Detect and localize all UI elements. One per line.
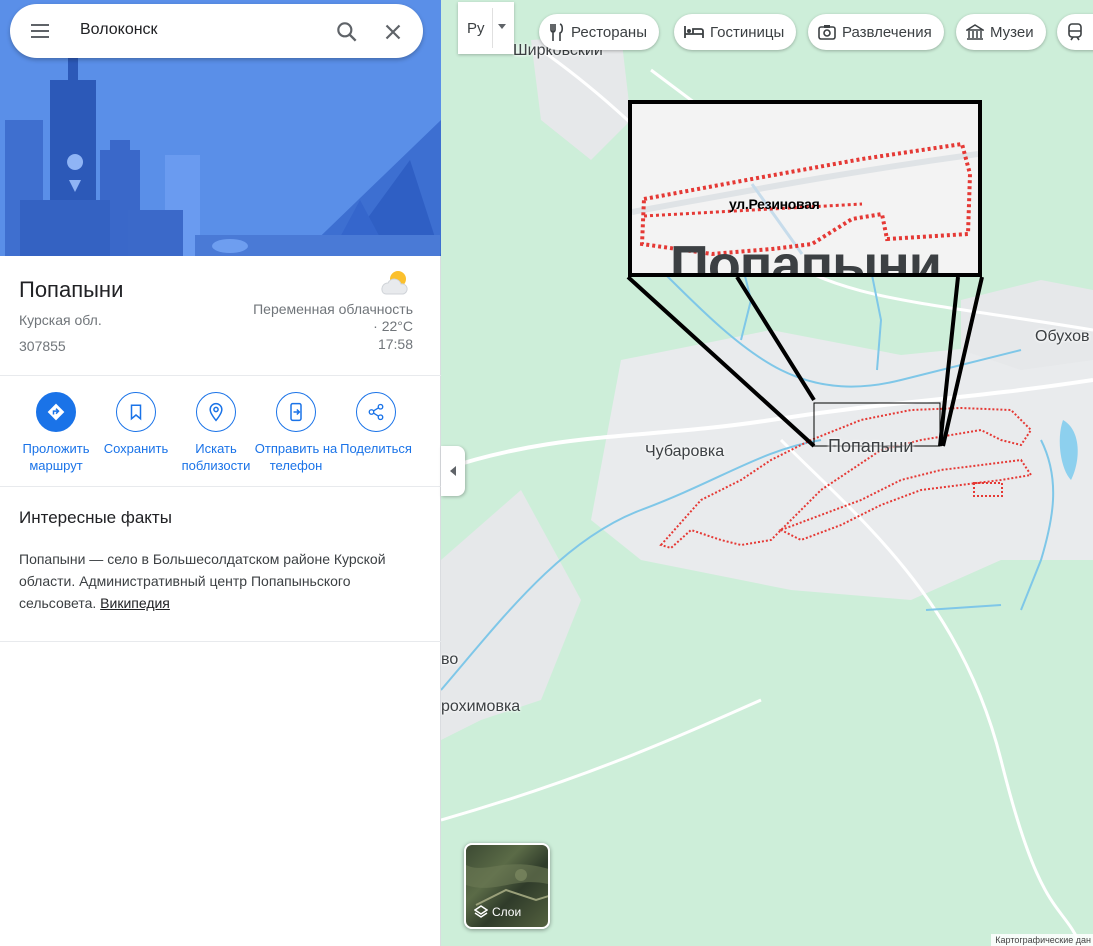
transit-icon: [1068, 23, 1082, 41]
close-icon[interactable]: [380, 19, 406, 45]
camera-icon: [818, 25, 836, 40]
place-panel: Волоконск Попапыни Курская обл. 307855 П…: [0, 0, 441, 946]
map-attribution: Картографические дан: [991, 934, 1093, 946]
search-icon[interactable]: [334, 19, 360, 45]
search-nearby-label: Искать поблизости: [181, 441, 251, 473]
chip-restaurants[interactable]: Рестораны: [539, 14, 659, 50]
chevron-left-icon: [450, 466, 456, 476]
facts-title: Интересные факты: [19, 508, 172, 527]
wikipedia-link[interactable]: Википедия: [100, 595, 170, 611]
chip-label: Музеи: [990, 23, 1034, 41]
layers-text: Слои: [492, 905, 522, 919]
zoom-inset: ул.Резиновая Попапыни: [628, 100, 982, 277]
hotel-icon: [684, 26, 704, 38]
collapse-panel-button[interactable]: [441, 446, 465, 496]
weather-time: 17:58: [377, 336, 413, 352]
share-label: Поделиться: [340, 441, 412, 456]
chip-hotels[interactable]: Гостиницы: [674, 14, 797, 50]
layers-icon: [474, 905, 488, 918]
nearby-icon: [209, 402, 223, 422]
language-label: Ру: [467, 20, 485, 37]
share-button[interactable]: Поделиться: [331, 392, 421, 457]
chip-label: Развлечения: [842, 23, 932, 41]
send-to-phone-icon: [290, 402, 302, 422]
place-region: Курская обл.: [19, 312, 102, 328]
map-label-popapyni: Попапыни: [828, 436, 914, 456]
map-canvas[interactable]: Ширковский Обухов Чубаровка Попапыни во …: [441, 0, 1093, 946]
divider: [0, 486, 441, 487]
map-label-obukhov: Обухов: [1035, 328, 1090, 345]
language-button[interactable]: Ру: [458, 2, 514, 54]
share-icon: [368, 403, 384, 421]
map-label-vo: во: [441, 651, 459, 668]
layers-label: Слои: [474, 905, 521, 919]
menu-icon[interactable]: [28, 19, 52, 43]
divider: [0, 641, 441, 642]
search-input[interactable]: Волоконск: [80, 21, 158, 39]
search-nearby-button[interactable]: Искать поблизости: [171, 392, 261, 474]
layers-button[interactable]: Слои: [464, 843, 550, 929]
directions-button[interactable]: Проложить маршрут: [11, 392, 101, 474]
chip-label: Рестораны: [571, 23, 647, 41]
chip-transit[interactable]: [1057, 14, 1093, 50]
save-button[interactable]: Сохранить: [91, 392, 181, 457]
zoom-town-label: Попапыни: [670, 235, 942, 277]
divider: [0, 375, 441, 376]
postal-code: 307855: [19, 338, 66, 354]
send-to-phone-label: Отправить на телефон: [254, 441, 338, 473]
map-label-chubarovka: Чубаровка: [645, 443, 725, 460]
chevron-down-icon[interactable]: [498, 24, 506, 29]
search-box[interactable]: Волоконск: [10, 4, 423, 58]
directions-label: Проложить маршрут: [22, 441, 90, 473]
zoom-street-label: ул.Резиновая: [729, 196, 820, 212]
chip-museums[interactable]: Музеи: [956, 14, 1046, 50]
map-label-rokhimovka: рохимовка: [441, 698, 521, 715]
directions-icon: [47, 403, 65, 421]
restaurant-icon: [550, 23, 564, 41]
partly-cloudy-icon: [381, 271, 408, 295]
divider: [492, 8, 493, 48]
send-to-phone-button[interactable]: Отправить на телефон: [251, 392, 341, 474]
chip-entertainment[interactable]: Развлечения: [808, 14, 944, 50]
facts-text: Попапыни — село в Большесолдатском район…: [19, 548, 419, 614]
save-label: Сохранить: [103, 441, 169, 456]
place-title: Попапыни: [19, 277, 124, 302]
chip-label: Гостиницы: [710, 23, 785, 41]
facts-body: Попапыни — село в Большесолдатском район…: [19, 551, 386, 611]
bookmark-icon: [130, 404, 142, 421]
weather-condition: Переменная облачность · 22°C: [253, 301, 413, 334]
museum-icon: [966, 24, 984, 40]
